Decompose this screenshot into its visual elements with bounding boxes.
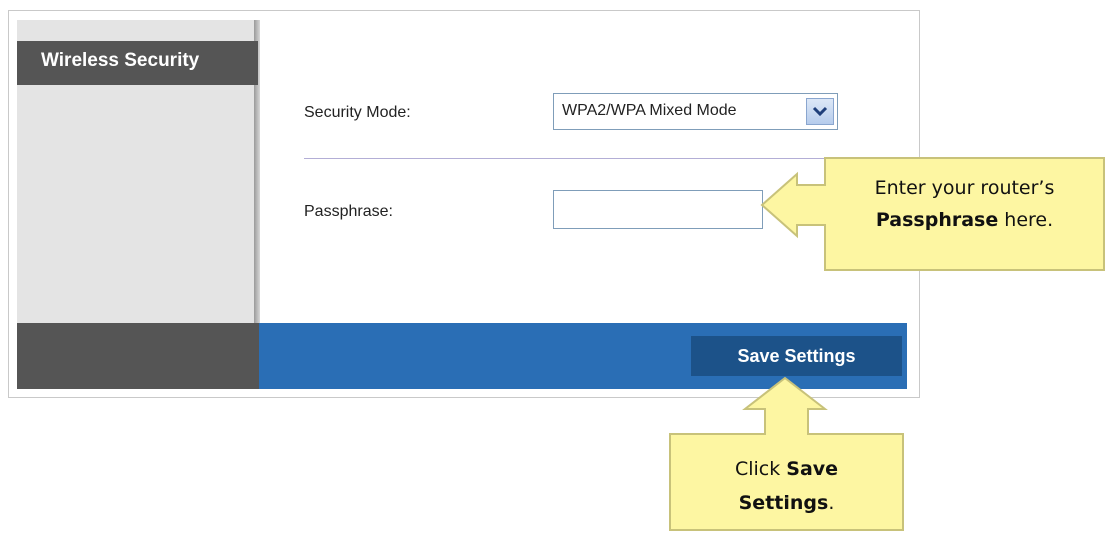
passphrase-callout: Enter your router’s Passphrase here. <box>825 172 1104 236</box>
passphrase-callout-bold: Passphrase <box>875 209 999 231</box>
save-callout-bold1: Save <box>786 458 839 480</box>
save-callout: Click Save Settings. <box>670 452 903 520</box>
passphrase-callout-line1: Enter your router’s <box>874 177 1055 199</box>
save-callout-bold2: Settings <box>738 492 829 514</box>
save-callout-before: Click <box>734 458 787 480</box>
callout-shapes <box>669 157 1105 531</box>
passphrase-callout-after: here. <box>998 209 1054 231</box>
save-callout-after: . <box>828 492 835 514</box>
